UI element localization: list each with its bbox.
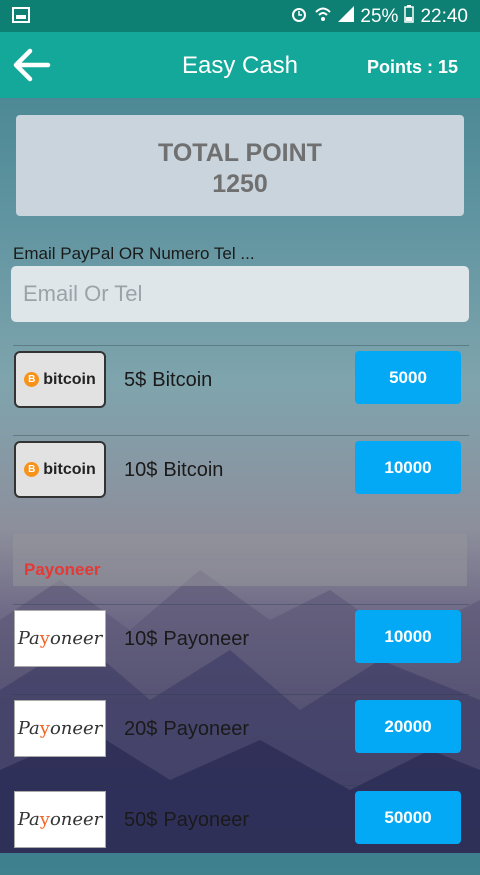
offer-row: Payoneer 20$ Payoneer 20000 [0,694,480,784]
signal-icon [338,6,355,28]
redeem-button[interactable]: 20000 [355,700,461,753]
bitcoin-logo: B bitcoin [14,351,106,408]
section-header-payoneer: Payoneer [13,534,467,586]
total-point-label: TOTAL POINT [158,139,322,167]
wifi-icon [314,5,332,29]
email-label: Email PayPal OR Numero Tel ... [13,244,255,263]
bitcoin-icon: B [24,462,40,477]
clock: 22:40 [420,6,468,27]
offer-label: 10$ Bitcoin [124,459,224,481]
status-bar: 25% 22:40 [0,0,480,32]
redeem-button[interactable]: 10000 [355,441,461,494]
email-input[interactable] [11,266,469,322]
redeem-button[interactable]: 50000 [355,791,461,844]
redeem-button[interactable]: 5000 [355,351,461,404]
redeem-button[interactable]: 10000 [355,610,461,663]
payoneer-logo: Payoneer [14,610,106,667]
offer-row: B bitcoin 10$ Bitcoin 10000 [0,435,480,525]
battery-percent: 25% [360,6,399,27]
bitcoin-logo: B bitcoin [14,441,106,498]
offer-row: Payoneer 10$ Payoneer 10000 [0,604,480,694]
payoneer-logo: Payoneer [14,700,106,757]
offer-label: 20$ Payoneer [124,718,249,740]
offer-label: 50$ Payoneer [124,809,249,831]
offer-row: B bitcoin 5$ Bitcoin 5000 [0,345,480,435]
offer-row: Payoneer 50$ Payoneer 50000 [0,785,480,875]
total-point-value: 1250 [212,170,268,198]
battery-icon [404,5,415,29]
bitcoin-icon: B [24,372,40,387]
alarm-icon [290,5,308,29]
payoneer-logo: Payoneer [14,791,106,848]
offer-label: 5$ Bitcoin [124,369,213,391]
points-counter: Points : 15 [366,57,458,77]
gallery-icon [12,6,30,30]
total-point-card: TOTAL POINT 1250 [16,115,464,216]
offer-label: 10$ Payoneer [124,628,249,650]
app-bar: Easy Cash Points : 15 [0,32,480,98]
